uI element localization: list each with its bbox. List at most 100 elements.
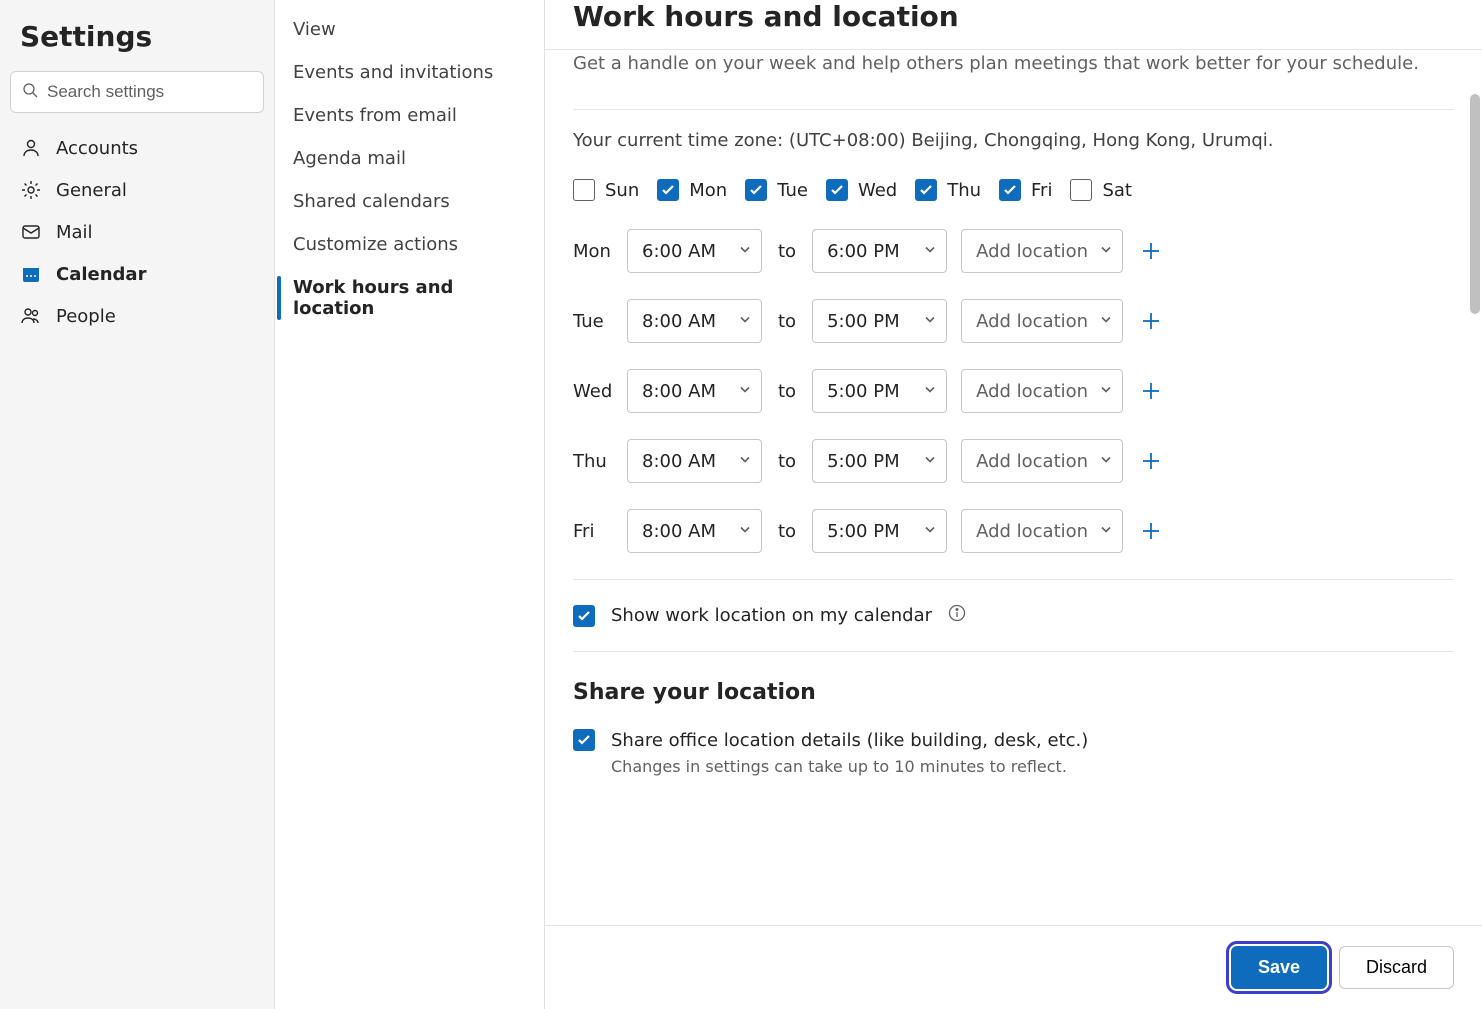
main-scroll-body[interactable]: Get a handle on your week and help other… — [545, 49, 1482, 925]
schedule-row: Tue 8:00 AM to 5:00 PM Add location — [573, 299, 1454, 343]
schedule-day-label: Thu — [573, 451, 613, 472]
discard-button[interactable]: Discard — [1339, 946, 1454, 989]
schedule-day-label: Wed — [573, 381, 613, 402]
start-time-dropdown[interactable]: 8:00 AM — [627, 439, 762, 483]
checkbox-share-office[interactable] — [573, 729, 595, 751]
scrollbar-thumb[interactable] — [1470, 94, 1480, 314]
day-label: Wed — [858, 180, 897, 201]
submenu-item-work-hours[interactable]: Work hours and location — [275, 266, 544, 330]
divider — [573, 579, 1454, 580]
end-time-dropdown[interactable]: 5:00 PM — [812, 439, 947, 483]
start-time-dropdown[interactable]: 8:00 AM — [627, 509, 762, 553]
checkbox-fri[interactable] — [999, 179, 1021, 201]
sidebar-item-label: Calendar — [56, 264, 146, 285]
show-location-row: Show work location on my calendar — [573, 604, 1454, 627]
start-time-dropdown[interactable]: 6:00 AM — [627, 229, 762, 273]
share-hint: Changes in settings can take up to 10 mi… — [611, 757, 1454, 776]
schedule-row: Wed 8:00 AM to 5:00 PM Add location — [573, 369, 1454, 413]
to-label: to — [778, 381, 796, 402]
save-button[interactable]: Save — [1231, 946, 1327, 989]
submenu-item-events-invitations[interactable]: Events and invitations — [275, 51, 544, 94]
search-container — [10, 71, 264, 113]
location-dropdown[interactable]: Add location — [961, 439, 1123, 483]
sidebar-item-calendar[interactable]: Calendar — [0, 253, 274, 295]
location-dropdown[interactable]: Add location — [961, 369, 1123, 413]
people-icon — [20, 305, 42, 327]
main-header: Work hours and location — [545, 0, 1482, 49]
sidebar-item-label: Accounts — [56, 138, 138, 159]
submenu-item-shared-calendars[interactable]: Shared calendars — [275, 180, 544, 223]
day-label: Thu — [947, 180, 981, 201]
add-time-button[interactable] — [1137, 517, 1165, 545]
add-time-button[interactable] — [1137, 307, 1165, 335]
day-label: Mon — [689, 180, 727, 201]
location-dropdown[interactable]: Add location — [961, 229, 1123, 273]
sidebar-item-label: People — [56, 306, 116, 327]
submenu-item-customize-actions[interactable]: Customize actions — [275, 223, 544, 266]
add-time-button[interactable] — [1137, 377, 1165, 405]
schedule-day-label: Fri — [573, 521, 613, 542]
share-location-title: Share your location — [573, 680, 1454, 705]
sidebar-item-mail[interactable]: Mail — [0, 211, 274, 253]
to-label: to — [778, 451, 796, 472]
page-title: Work hours and location — [573, 0, 1454, 33]
day-label: Fri — [1031, 180, 1052, 201]
info-icon[interactable] — [948, 604, 966, 627]
divider — [573, 109, 1454, 110]
settings-title: Settings — [0, 10, 274, 71]
end-time-dropdown[interactable]: 5:00 PM — [812, 369, 947, 413]
schedule-day-label: Mon — [573, 241, 613, 262]
intro-text: Get a handle on your week and help other… — [573, 49, 1454, 91]
checkbox-show-location[interactable] — [573, 605, 595, 627]
checkbox-mon[interactable] — [657, 179, 679, 201]
add-time-button[interactable] — [1137, 447, 1165, 475]
sidebar-item-general[interactable]: General — [0, 169, 274, 211]
timezone-label: Your current time zone: (UTC+08:00) Beij… — [573, 130, 1454, 151]
schedule-day-label: Tue — [573, 311, 613, 332]
settings-sidebar: Settings Accounts General Mail Calendar … — [0, 0, 275, 1009]
end-time-dropdown[interactable]: 5:00 PM — [812, 509, 947, 553]
gear-icon — [20, 179, 42, 201]
sidebar-item-label: Mail — [56, 222, 93, 243]
checkbox-tue[interactable] — [745, 179, 767, 201]
day-checkbox-row: Sun Mon Tue Wed Thu Fri Sat — [573, 179, 1454, 201]
location-dropdown[interactable]: Add location — [961, 299, 1123, 343]
to-label: to — [778, 241, 796, 262]
end-time-dropdown[interactable]: 5:00 PM — [812, 299, 947, 343]
submenu-item-agenda-mail[interactable]: Agenda mail — [275, 137, 544, 180]
schedule-row: Thu 8:00 AM to 5:00 PM Add location — [573, 439, 1454, 483]
share-office-row: Share office location details (like buil… — [573, 729, 1454, 751]
sidebar-item-accounts[interactable]: Accounts — [0, 127, 274, 169]
sidebar-item-people[interactable]: People — [0, 295, 274, 337]
schedule-row: Mon 6:00 AM to 6:00 PM Add location — [573, 229, 1454, 273]
submenu-item-events-email[interactable]: Events from email — [275, 94, 544, 137]
add-time-button[interactable] — [1137, 237, 1165, 265]
calendar-submenu: View Events and invitations Events from … — [275, 0, 545, 1009]
main-panel: Work hours and location Get a handle on … — [545, 0, 1482, 1009]
to-label: to — [778, 521, 796, 542]
person-icon — [20, 137, 42, 159]
footer-bar: Save Discard — [545, 925, 1482, 1009]
start-time-dropdown[interactable]: 8:00 AM — [627, 369, 762, 413]
day-label: Tue — [777, 180, 808, 201]
search-input[interactable] — [10, 71, 264, 113]
checkbox-sun[interactable] — [573, 179, 595, 201]
submenu-item-view[interactable]: View — [275, 8, 544, 51]
divider — [573, 651, 1454, 652]
checkbox-thu[interactable] — [915, 179, 937, 201]
end-time-dropdown[interactable]: 6:00 PM — [812, 229, 947, 273]
day-label: Sun — [605, 180, 639, 201]
checkbox-wed[interactable] — [826, 179, 848, 201]
calendar-icon — [20, 263, 42, 285]
checkbox-sat[interactable] — [1070, 179, 1092, 201]
sidebar-item-label: General — [56, 180, 127, 201]
location-dropdown[interactable]: Add location — [961, 509, 1123, 553]
to-label: to — [778, 311, 796, 332]
day-label: Sat — [1102, 180, 1132, 201]
show-location-label: Show work location on my calendar — [611, 605, 932, 626]
schedule-row: Fri 8:00 AM to 5:00 PM Add location — [573, 509, 1454, 553]
share-office-label: Share office location details (like buil… — [611, 730, 1088, 751]
mail-icon — [20, 221, 42, 243]
start-time-dropdown[interactable]: 8:00 AM — [627, 299, 762, 343]
search-icon — [22, 82, 38, 102]
